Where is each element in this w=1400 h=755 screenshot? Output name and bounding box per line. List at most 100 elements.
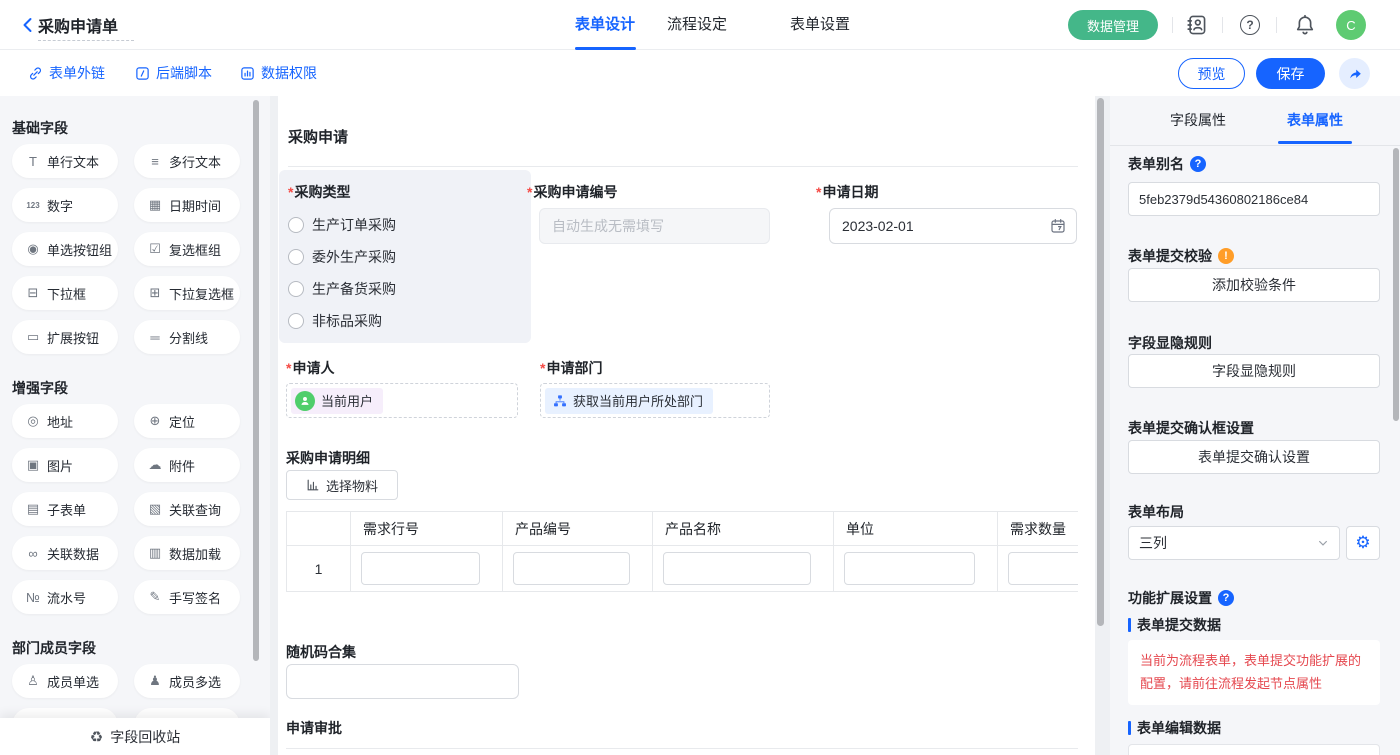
sidebar-sections: 基础字段T单行文本≡多行文本123数字▦日期时间◉单选按钮组☑复选框组⊟下拉框⊞…	[12, 118, 270, 742]
field-serial-number[interactable]: №流水号	[12, 580, 118, 614]
field-extend-button[interactable]: ▭扩展按钮	[12, 320, 118, 354]
divider	[1222, 17, 1223, 33]
field-signature[interactable]: ✎手写签名	[134, 580, 240, 614]
field-item-label: 定位	[169, 412, 195, 431]
help-icon[interactable]: ?	[1218, 590, 1234, 606]
field-subform[interactable]: ▤子表单	[12, 492, 118, 526]
submit-confirm-label: 表单提交确认框设置	[1128, 418, 1254, 438]
panel-scrollbar[interactable]	[1393, 148, 1399, 421]
request-date-input[interactable]: 2023-02-01	[829, 208, 1077, 244]
field-member-multi[interactable]: ♟成员多选	[134, 664, 240, 698]
canvas-scrollbar[interactable]	[1097, 98, 1104, 626]
form-canvas: 采购申请 *采购类型 生产订单采购委外生产采购生产备货采购非标品采购 *采购申请…	[278, 96, 1095, 755]
field-serial-number-icon: №	[24, 590, 42, 605]
tab-form-properties[interactable]: 表单属性	[1287, 96, 1343, 144]
field-number[interactable]: 123数字	[12, 188, 118, 222]
form-alias-input[interactable]: 5feb2379d54360802186ce84	[1128, 182, 1380, 216]
radio-icon[interactable]	[288, 217, 304, 233]
submit-confirm-button[interactable]: 表单提交确认设置	[1128, 440, 1380, 474]
field-single-line-text[interactable]: T单行文本	[12, 144, 118, 178]
submit-validation-label: 表单提交校验 !	[1128, 246, 1234, 266]
field-dropdown[interactable]: ⊟下拉框	[12, 276, 118, 310]
share-button[interactable]	[1339, 58, 1370, 89]
tab-form-setting[interactable]: 表单设置	[790, 0, 850, 49]
field-visibility-button[interactable]: 字段显隐规则	[1128, 354, 1380, 388]
field-item-label: 日期时间	[169, 196, 221, 215]
layout-gear-button[interactable]: ⚙	[1346, 526, 1380, 560]
notification-bell-icon[interactable]	[1294, 14, 1316, 36]
tag-label: 当前用户	[321, 391, 373, 410]
extension-settings-label: 功能扩展设置 ?	[1128, 588, 1234, 608]
current-department-tag[interactable]: 获取当前用户所处部门	[545, 388, 713, 414]
field-radio-group-icon: ◉	[24, 241, 42, 257]
request-no-input[interactable]: 自动生成无需填写	[539, 208, 770, 244]
field-radio-group[interactable]: ◉单选按钮组	[12, 232, 118, 266]
form-layout-select[interactable]: 三列	[1128, 526, 1340, 560]
date-value: 2023-02-01	[842, 218, 914, 234]
field-linked-query[interactable]: ▧关联查询	[134, 492, 240, 526]
field-item-label: 关联查询	[169, 500, 221, 519]
table-cell-input[interactable]	[844, 552, 975, 585]
field-address-icon: ◎	[24, 413, 42, 429]
submit-data-subheader: 表单提交数据	[1128, 615, 1221, 635]
table-cell-input[interactable]	[1008, 552, 1078, 585]
table-cell-input[interactable]	[663, 552, 811, 585]
field-member-single[interactable]: ♙成员单选	[12, 664, 118, 698]
select-material-button[interactable]: 选择物料	[286, 470, 398, 500]
save-button[interactable]: 保存	[1256, 58, 1325, 89]
help-icon[interactable]: ?	[1190, 156, 1206, 172]
radio-option-label: 非标品采购	[312, 311, 382, 331]
field-location[interactable]: ⊕ 定位	[134, 404, 240, 438]
detail-table: 需求行号产品编号产品名称单位需求数量1	[286, 511, 1078, 592]
script-icon	[135, 66, 150, 81]
form-external-link[interactable]: 表单外链	[28, 62, 105, 84]
field-divider[interactable]: ═分割线	[134, 320, 240, 354]
field-data-load[interactable]: ▥数据加载	[134, 536, 240, 570]
section-bar	[1128, 618, 1131, 632]
field-linked-data[interactable]: ∞关联数据	[12, 536, 118, 570]
field-address[interactable]: ◎地址	[12, 404, 118, 438]
sidebar-scrollbar[interactable]	[253, 100, 259, 661]
calendar-icon[interactable]	[1050, 218, 1066, 234]
required-asterisk: *	[286, 360, 291, 376]
add-validation-button[interactable]: 添加校验条件	[1128, 268, 1380, 302]
radio-option[interactable]: 生产备货采购	[288, 278, 396, 300]
radio-option-label: 委外生产采购	[312, 247, 396, 267]
random-code-input[interactable]	[286, 664, 519, 699]
field-recycle-bin-button[interactable]: ♻ 字段回收站	[0, 718, 270, 755]
preview-button[interactable]: 预览	[1178, 58, 1245, 89]
department-input[interactable]: 获取当前用户所处部门	[540, 383, 770, 418]
tab-field-properties[interactable]: 字段属性	[1170, 96, 1226, 144]
field-image[interactable]: ▣图片	[12, 448, 118, 482]
user-avatar[interactable]: C	[1336, 10, 1366, 40]
table-row-index: 1	[287, 545, 351, 591]
table-cell-input[interactable]	[361, 552, 480, 585]
radio-icon[interactable]	[288, 281, 304, 297]
contact-book-icon[interactable]	[1186, 14, 1208, 36]
panel-active-tab-underline	[1278, 141, 1352, 144]
data-manage-button[interactable]: 数据管理	[1068, 10, 1158, 40]
radio-icon[interactable]	[288, 249, 304, 265]
backend-script-link[interactable]: 后端脚本	[135, 62, 212, 84]
radio-option[interactable]: 生产订单采购	[288, 214, 396, 236]
field-datetime[interactable]: ▦日期时间	[134, 188, 240, 222]
help-icon[interactable]: ?	[1240, 15, 1260, 35]
page-title[interactable]: 采购申请单	[38, 13, 118, 37]
table-cell-input[interactable]	[513, 552, 630, 585]
back-icon[interactable]	[18, 15, 38, 35]
divider	[1172, 17, 1173, 33]
field-location-icon: ⊕	[146, 413, 164, 429]
radio-option[interactable]: 委外生产采购	[288, 246, 396, 268]
field-attachment[interactable]: ☁附件	[134, 448, 240, 482]
data-permission-link[interactable]: 数据权限	[240, 62, 317, 84]
radio-option[interactable]: 非标品采购	[288, 310, 396, 332]
field-dropdown-multi[interactable]: ⊞下拉复选框	[134, 276, 240, 310]
radio-icon[interactable]	[288, 313, 304, 329]
applicant-input[interactable]: 当前用户	[286, 383, 518, 418]
table-cell	[653, 545, 834, 591]
tab-form-design[interactable]: 表单设计	[575, 0, 635, 49]
tab-flow-setting[interactable]: 流程设定	[667, 0, 727, 49]
field-checkbox-group[interactable]: ☑复选框组	[134, 232, 240, 266]
field-multi-line-text[interactable]: ≡多行文本	[134, 144, 240, 178]
current-user-tag[interactable]: 当前用户	[291, 388, 383, 414]
